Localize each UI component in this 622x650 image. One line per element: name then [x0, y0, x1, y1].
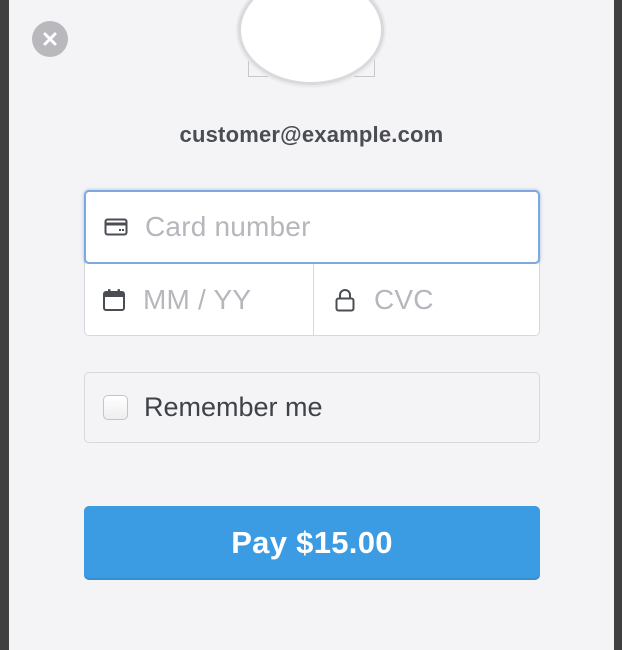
expiry-placeholder: MM / YY: [143, 283, 252, 315]
remember-me-checkbox[interactable]: [103, 395, 128, 420]
pay-button[interactable]: Pay $15.00: [84, 506, 540, 580]
lock-icon: [332, 287, 358, 313]
card-number-field[interactable]: Card number: [84, 190, 540, 264]
calendar-icon: [101, 287, 127, 313]
credit-card-icon: [103, 214, 129, 240]
cvc-placeholder: CVC: [374, 283, 434, 315]
card-details-group: Card number MM / YY CVC: [84, 190, 540, 336]
remember-me-row[interactable]: Remember me: [84, 372, 540, 443]
close-button[interactable]: [32, 21, 68, 57]
cvc-field[interactable]: CVC: [314, 264, 539, 335]
customer-email: customer@example.com: [179, 122, 444, 147]
pay-button-label: Pay $15.00: [231, 525, 393, 560]
checkout-modal: customer@example.com Card number MM / YY…: [9, 0, 614, 650]
remember-me-label: Remember me: [144, 392, 323, 422]
expiry-field[interactable]: MM / YY: [85, 264, 314, 335]
card-number-placeholder: Card number: [145, 211, 311, 242]
close-icon: [41, 30, 59, 48]
